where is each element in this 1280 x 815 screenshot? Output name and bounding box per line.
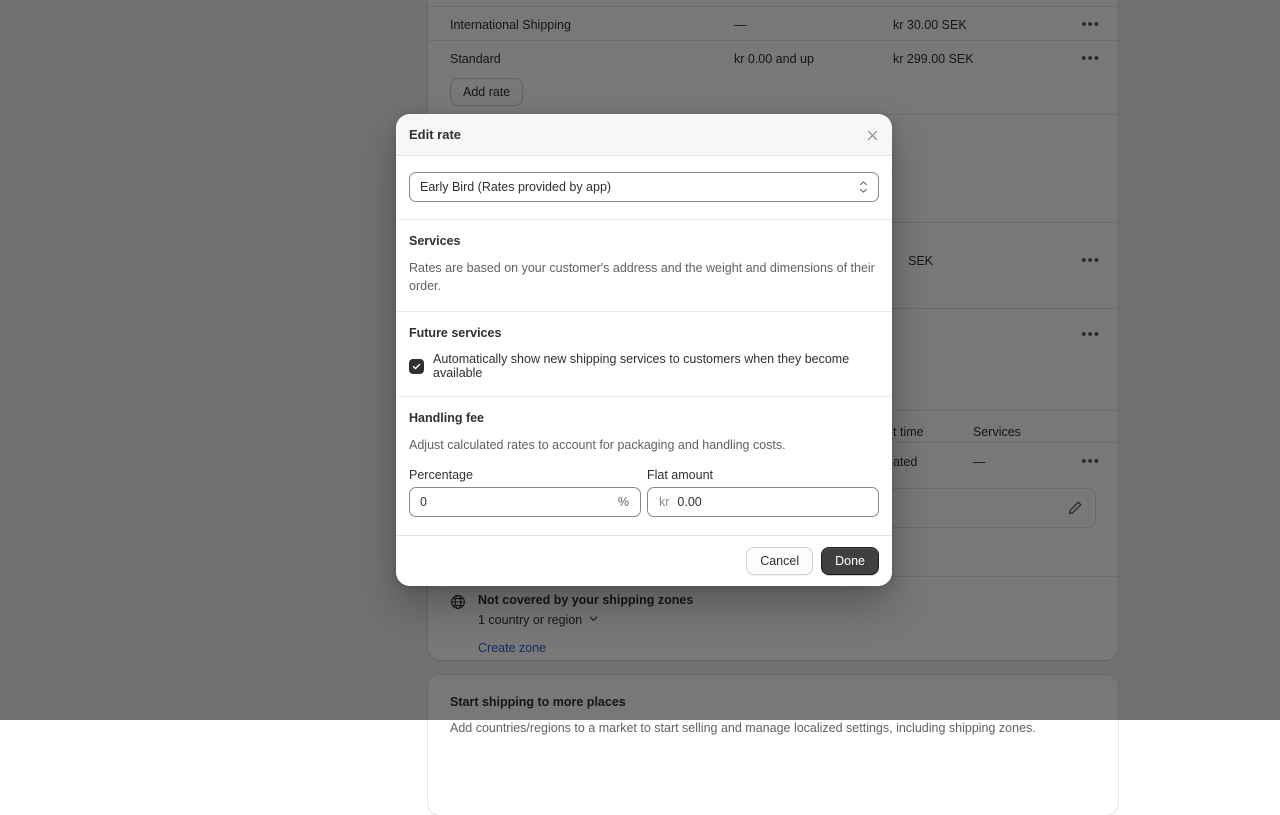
modal-title: Edit rate bbox=[409, 127, 461, 142]
services-section: Services Rates are based on your custome… bbox=[396, 219, 892, 311]
handling-fee-heading: Handling fee bbox=[409, 411, 879, 425]
flat-amount-value: 0.00 bbox=[677, 495, 701, 509]
rate-select[interactable]: Early Bird (Rates provided by app) bbox=[409, 172, 879, 202]
modal-footer: Cancel Done bbox=[396, 535, 892, 586]
flat-amount-field-group: Flat amount kr 0.00 bbox=[647, 468, 879, 517]
percentage-input[interactable]: 0 % bbox=[409, 487, 641, 517]
future-services-checkbox[interactable] bbox=[409, 359, 424, 374]
percentage-field-group: Percentage 0 % bbox=[409, 468, 641, 517]
rate-select-value: Early Bird (Rates provided by app) bbox=[410, 180, 611, 194]
handling-fee-fields: Percentage 0 % Flat amount kr 0.00 bbox=[409, 468, 879, 517]
future-services-section: Future services Automatically show new s… bbox=[396, 311, 892, 396]
future-services-checkbox-label: Automatically show new shipping services… bbox=[433, 352, 879, 380]
rate-select-section: Early Bird (Rates provided by app) bbox=[396, 156, 892, 219]
percentage-value: 0 bbox=[410, 495, 427, 509]
flat-amount-label: Flat amount bbox=[647, 468, 879, 482]
close-icon[interactable] bbox=[861, 124, 883, 146]
flat-amount-input[interactable]: kr 0.00 bbox=[647, 487, 879, 517]
future-services-checkbox-row[interactable]: Automatically show new shipping services… bbox=[409, 352, 879, 380]
cancel-button[interactable]: Cancel bbox=[746, 547, 813, 575]
modal-header: Edit rate bbox=[396, 114, 892, 156]
handling-fee-section: Handling fee Adjust calculated rates to … bbox=[396, 396, 892, 535]
handling-fee-description: Adjust calculated rates to account for p… bbox=[409, 436, 879, 454]
future-services-heading: Future services bbox=[409, 326, 879, 340]
percentage-suffix: % bbox=[618, 495, 629, 509]
edit-rate-modal: Edit rate Early Bird (Rates provided by … bbox=[396, 114, 892, 586]
done-button[interactable]: Done bbox=[821, 547, 879, 575]
chevron-up-down-icon[interactable] bbox=[859, 181, 868, 193]
modal-body: Early Bird (Rates provided by app) Servi… bbox=[396, 156, 892, 535]
flat-amount-prefix: kr bbox=[648, 495, 677, 509]
more-places-description: Add countries/regions to a market to sta… bbox=[450, 719, 1096, 738]
services-description: Rates are based on your customer's addre… bbox=[409, 259, 879, 295]
percentage-label: Percentage bbox=[409, 468, 641, 482]
services-heading: Services bbox=[409, 234, 879, 248]
